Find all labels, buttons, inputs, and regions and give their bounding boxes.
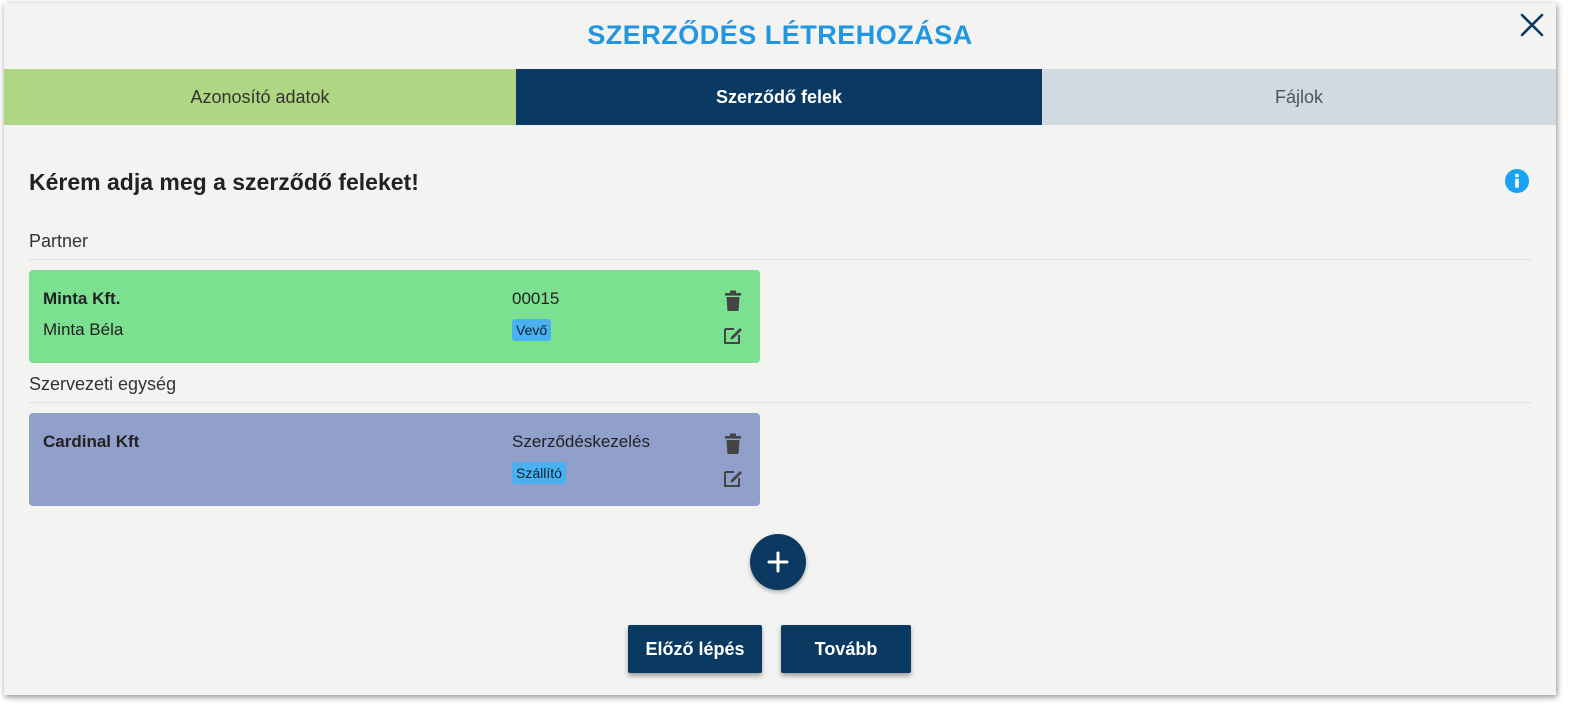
divider <box>29 259 1531 260</box>
party-department: Szerződéskezelés <box>512 432 650 451</box>
role-badge: Szállító <box>512 462 566 484</box>
party-code: 00015 <box>512 289 560 308</box>
info-icon[interactable] <box>1504 168 1530 194</box>
party-card-org-unit: Cardinal Kft Szerződéskezelés Szállító <box>29 413 760 506</box>
party-contact: Minta Béla <box>43 320 124 339</box>
dialog-title: SZERZŐDÉS LÉTREHOZÁSA <box>587 20 973 50</box>
party-name: Minta Kft. <box>43 289 121 308</box>
tab-azonosito-adatok[interactable]: Azonosító adatok <box>4 69 516 125</box>
close-icon[interactable] <box>1516 9 1548 41</box>
delete-icon[interactable] <box>723 433 743 455</box>
party-card-partner: Minta Kft. Minta Béla 00015 Vevő <box>29 270 760 363</box>
edit-icon[interactable] <box>722 467 744 489</box>
tab-label: Fájlok <box>1274 86 1323 107</box>
tab-label: Azonosító adatok <box>190 86 330 107</box>
contract-dialog: SZERZŐDÉS LÉTREHOZÁSA Azonosító adatok S… <box>4 3 1556 695</box>
party-name: Cardinal Kft <box>43 432 140 451</box>
add-party-button[interactable] <box>750 534 806 590</box>
plus-icon <box>767 551 789 573</box>
delete-icon[interactable] <box>723 290 743 312</box>
tab-fajlok[interactable]: Fájlok <box>1042 69 1556 125</box>
tab-label: Szerződő felek <box>715 86 843 107</box>
section-label-partner: Partner <box>29 231 89 251</box>
tab-szerzodo-felek[interactable]: Szerződő felek <box>516 69 1042 125</box>
role-badge: Vevő <box>512 319 552 341</box>
next-button[interactable]: Tovább <box>781 625 911 673</box>
step-tabs: Azonosító adatok Szerződő felek Fájlok <box>4 69 1556 125</box>
previous-step-button[interactable]: Előző lépés <box>628 625 762 673</box>
divider <box>29 402 1531 403</box>
edit-icon[interactable] <box>722 324 744 346</box>
page-heading: Kérem adja meg a szerződő feleket! <box>29 169 419 195</box>
section-label-szervezeti-egyseg: Szervezeti egység <box>29 374 177 394</box>
